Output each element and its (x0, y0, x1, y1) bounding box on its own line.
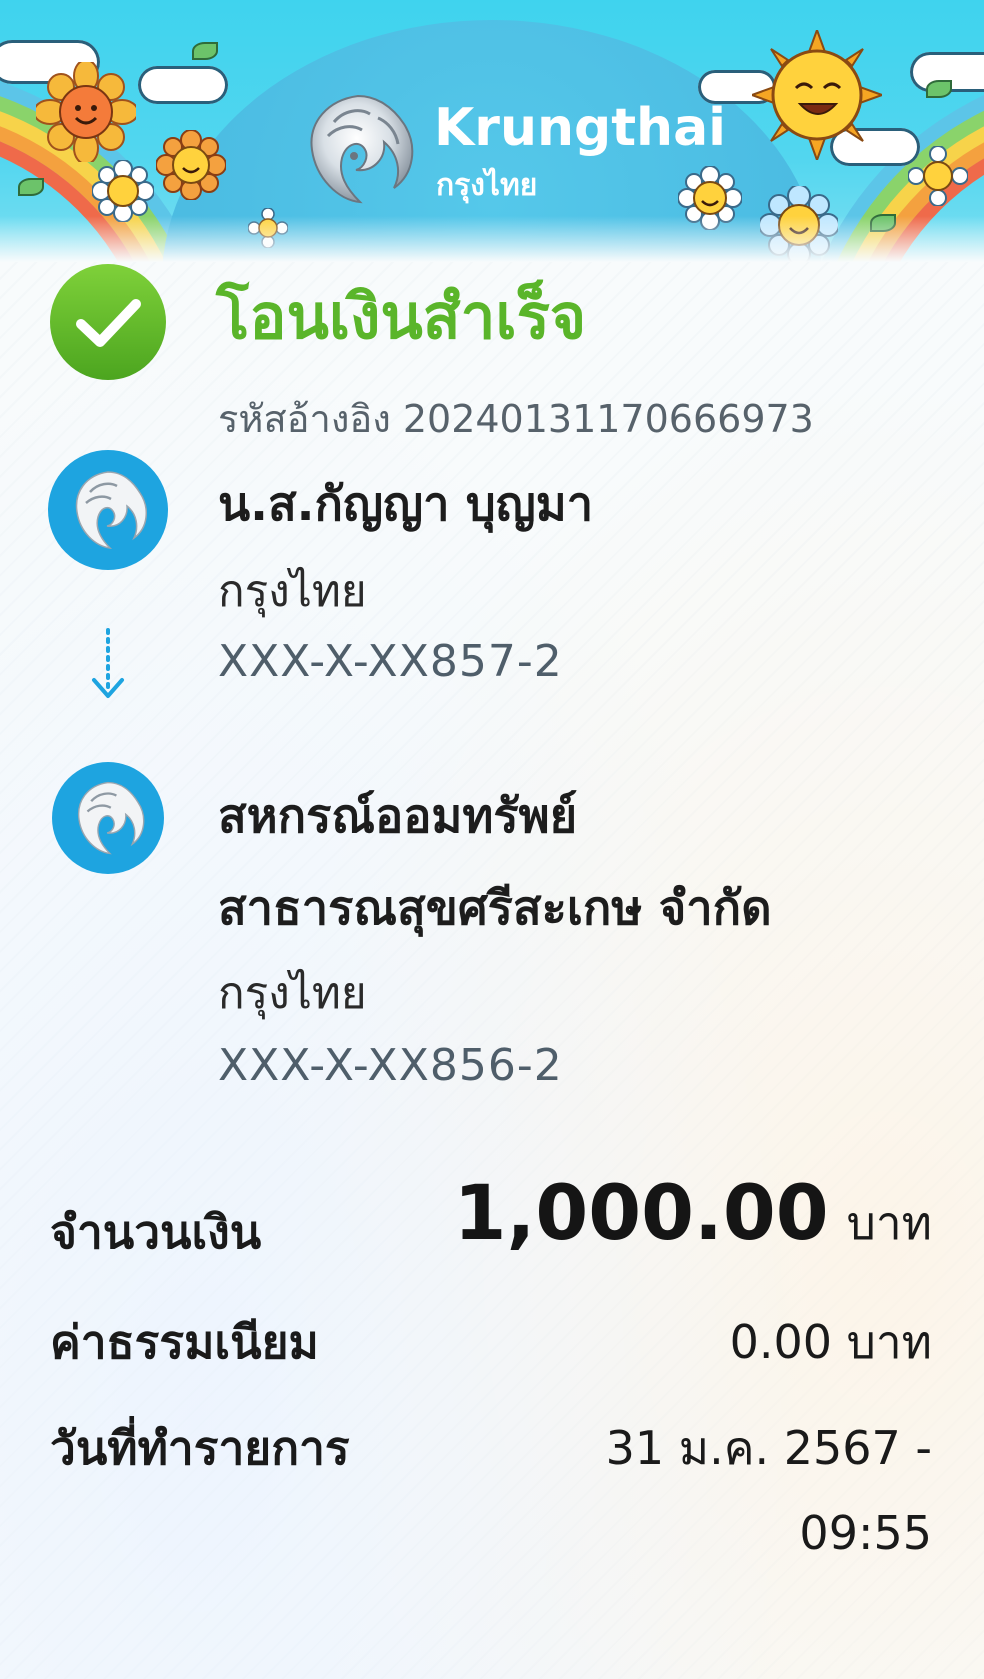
leaf-decoration (18, 178, 44, 196)
krungthai-phoenix-icon (48, 450, 168, 570)
receiver-name-line1: สหกรณ์ออมทรัพย์ (218, 789, 578, 844)
flower-icon (36, 62, 136, 162)
date-label: วันที่ทำรายการ (50, 1421, 350, 1475)
date-value: 31 ม.ค. 2567 - (605, 1421, 932, 1475)
amount-value-row: 1,000.00 บาท (454, 1168, 932, 1260)
krungthai-phoenix-icon (52, 762, 164, 874)
fee-label: ค่าธรรมเนียม (50, 1315, 319, 1369)
sun-icon (752, 30, 882, 160)
sender-name: น.ส.กัญญา บุญมา (218, 477, 594, 532)
flower-icon (156, 130, 226, 200)
sender-bank: กรุงไทย (218, 566, 367, 617)
brand-name-th: กรุงไทย (436, 168, 538, 203)
flower-icon (908, 146, 968, 206)
krungthai-logo-icon (310, 94, 414, 204)
receiver-account: XXX-X-XX856-2 (218, 1040, 563, 1091)
reference-row: รหัสอ้างอิง 20240131170666973 (218, 388, 814, 449)
amount-label: จำนวนเงิน (50, 1205, 262, 1259)
flower-icon (92, 160, 154, 222)
amount-value: 1,000.00 (453, 1168, 829, 1257)
fee-value: 0.00 บาท (729, 1315, 932, 1369)
amount-unit: บาท (846, 1196, 932, 1250)
header-banner: Krungthai กรุงไทย (0, 0, 984, 262)
header-fade (0, 216, 984, 262)
dotted-arrow-down-icon (92, 628, 124, 698)
receiver-bank: กรุงไทย (218, 968, 367, 1019)
time-value: 09:55 (799, 1506, 932, 1560)
success-title: โอนเงินสำเร็จ (216, 280, 587, 353)
check-circle-icon (50, 264, 166, 380)
brand-name-en: Krungthai (434, 98, 726, 158)
reference-label: รหัสอ้างอิง (218, 397, 391, 441)
cloud (138, 66, 228, 104)
receiver-name-line2: สาธารณสุขศรีสะเกษ จำกัด (218, 881, 772, 936)
reference-number: 20240131170666973 (402, 397, 814, 441)
leaf-decoration (192, 42, 218, 60)
leaf-decoration (926, 80, 952, 98)
sender-account: XXX-X-XX857-2 (218, 636, 563, 687)
